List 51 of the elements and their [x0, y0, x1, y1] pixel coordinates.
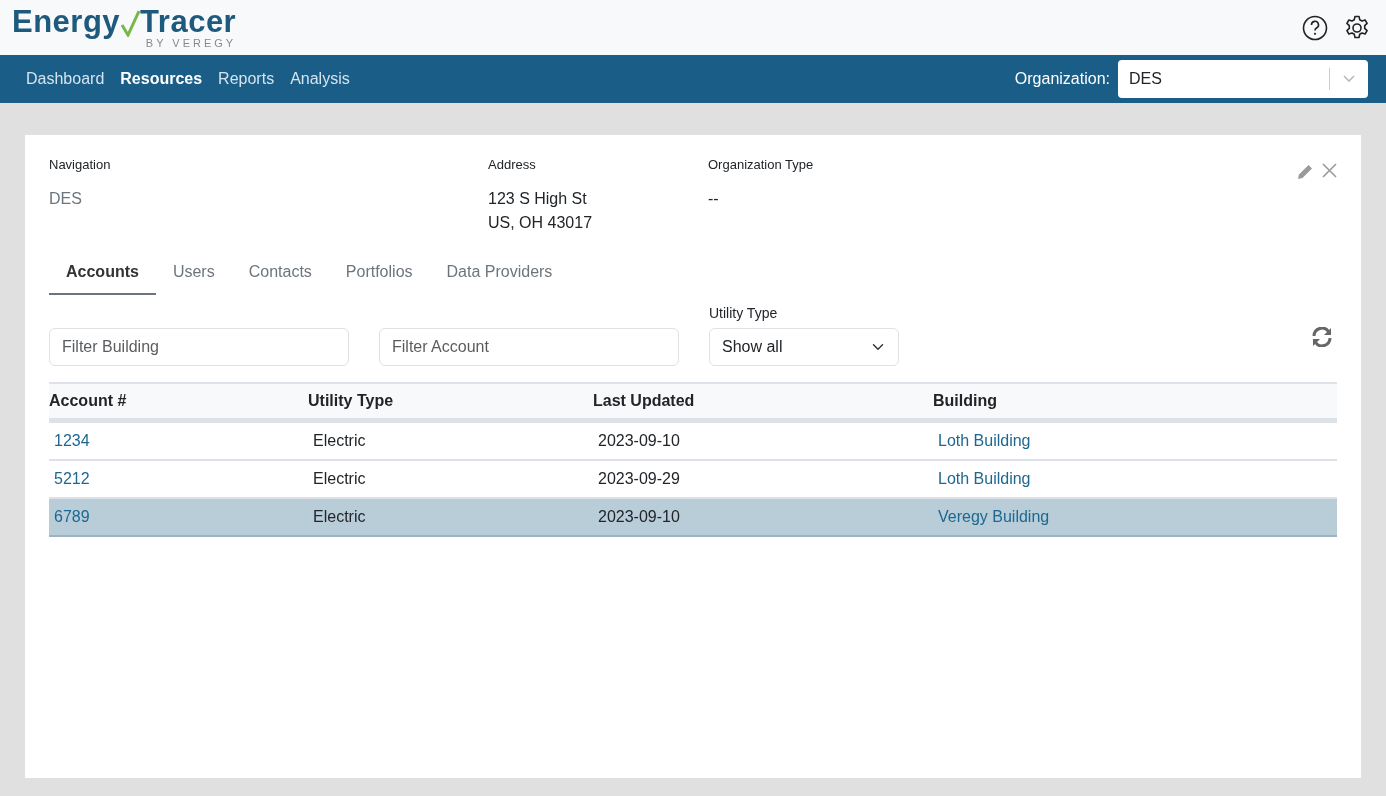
detail-label: Address: [488, 156, 537, 174]
detail-value: DES: [49, 188, 83, 209]
column-header: Utility Type: [308, 382, 593, 420]
nav-link[interactable]: Reports: [218, 67, 275, 91]
building-link[interactable]: Loth Building: [938, 431, 1031, 449]
detail-label: Organization Type: [708, 156, 815, 174]
filter-account-field[interactable]: Filter Account: [379, 327, 679, 366]
table-cell: 2023-09-10: [598, 431, 680, 449]
table-row[interactable]: 5212 Electric 2023-09-29 Loth Building: [49, 459, 1337, 498]
tab[interactable]: Contacts: [231, 250, 329, 295]
close-icon[interactable]: [1322, 163, 1337, 178]
table-cell: Electric: [313, 469, 366, 487]
table-cell: 2023-09-10: [598, 507, 680, 525]
detail-value: --: [708, 188, 720, 209]
utility-type-label: Utility Type: [709, 303, 779, 323]
detail-value: US, OH 43017: [488, 212, 594, 233]
pencil-icon[interactable]: [1297, 163, 1314, 180]
organization-value: DES: [1129, 69, 1163, 89]
column-header: Account #: [49, 382, 308, 420]
nav-link[interactable]: Resources: [120, 67, 203, 91]
organization-select[interactable]: DES: [1118, 60, 1368, 98]
utility-type-select[interactable]: Show all: [709, 327, 899, 366]
detail-value: 123 S High St: [488, 188, 588, 209]
table-cell: 2023-09-29: [598, 469, 680, 487]
column-header: Last Updated: [593, 382, 933, 420]
table-row[interactable]: 6789 Electric 2023-09-10 Veregy Building: [49, 497, 1337, 536]
column-header: Building: [933, 382, 1337, 420]
logo-tagline: BY VEREGY: [145, 38, 237, 49]
building-link[interactable]: Loth Building: [938, 469, 1031, 487]
tab[interactable]: Data Providers: [429, 250, 570, 295]
tab[interactable]: Accounts: [49, 250, 156, 295]
table-row[interactable]: 1234 Electric 2023-09-10 Loth Building: [49, 420, 1337, 460]
logo-word: Tracer: [140, 6, 237, 37]
account-link[interactable]: 1234: [54, 431, 90, 449]
table-cell: Electric: [313, 507, 366, 525]
tab[interactable]: Users: [155, 250, 232, 295]
account-link[interactable]: 5212: [54, 469, 90, 487]
nav-link[interactable]: Dashboard: [26, 67, 105, 91]
nav-link[interactable]: Analysis: [290, 67, 350, 91]
filter-building-field[interactable]: Filter Building: [49, 327, 349, 366]
settings-icon[interactable]: [1344, 14, 1370, 41]
refresh-icon[interactable]: [1311, 326, 1333, 347]
table-cell: Electric: [313, 431, 366, 449]
building-link[interactable]: Veregy Building: [938, 507, 1050, 525]
detail-label: Navigation: [49, 156, 112, 174]
logo-word: Energy: [12, 6, 121, 37]
tab[interactable]: Portfolios: [328, 250, 430, 295]
account-link[interactable]: 6789: [54, 507, 90, 525]
help-icon[interactable]: [1302, 14, 1328, 41]
checkmark-icon: [120, 9, 141, 37]
organization-label: Organization:: [1014, 69, 1110, 89]
